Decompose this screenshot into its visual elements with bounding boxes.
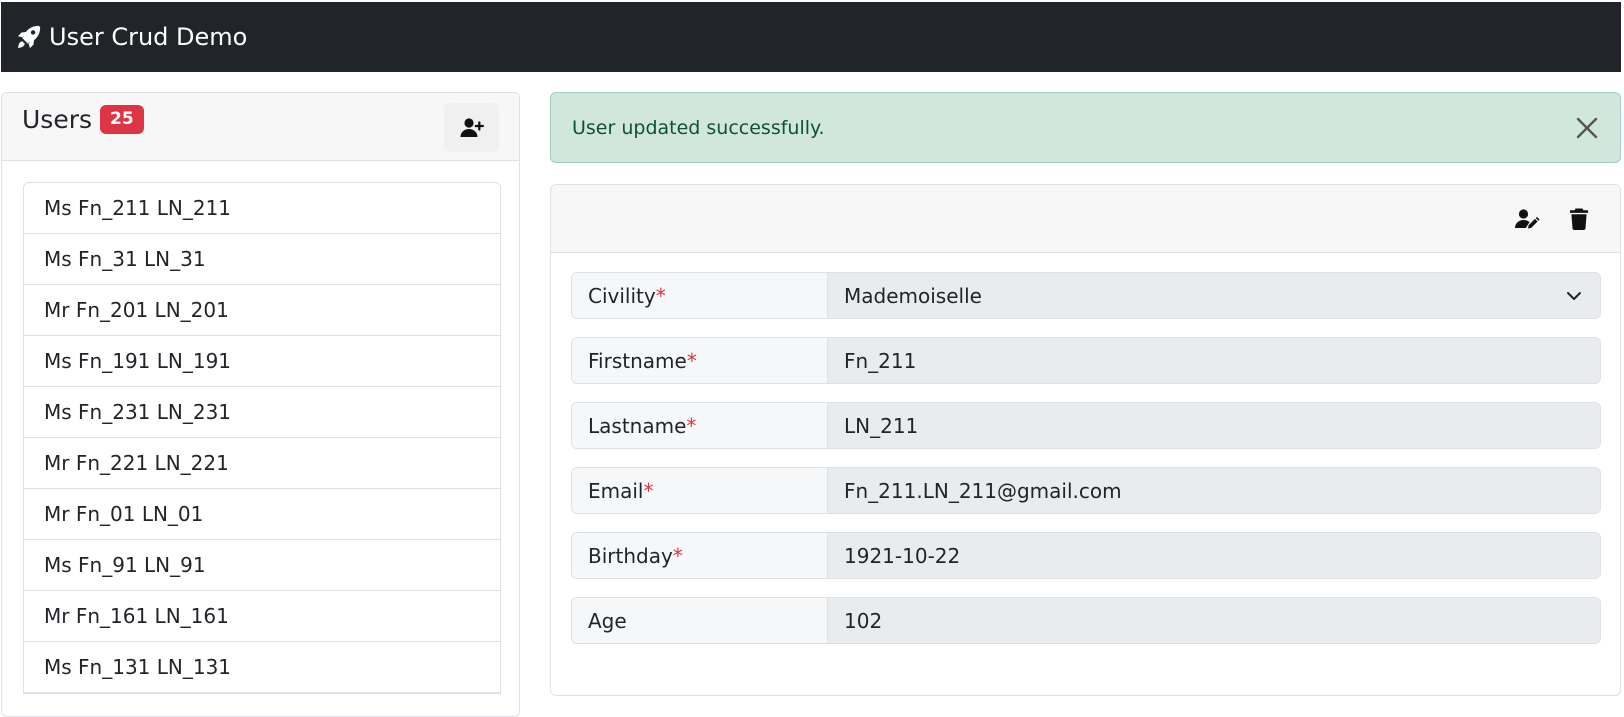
user-list-item[interactable]: Ms Fn_91 LN_91 [24, 540, 500, 591]
user-list-item[interactable]: Mr Fn_01 LN_01 [24, 489, 500, 540]
add-user-icon [459, 115, 485, 141]
lastname-value: LN_211 [844, 413, 919, 438]
app-brand[interactable]: User Crud Demo [15, 23, 247, 51]
lastname-input[interactable]: LN_211 [828, 403, 1600, 448]
user-list-item[interactable]: Ms Fn_231 LN_231 [24, 387, 500, 438]
age-input[interactable]: 102 [828, 598, 1600, 643]
chevron-down-icon [1564, 286, 1584, 306]
required-marker: * [686, 413, 697, 438]
email-field: Email * Fn_211.LN_211@gmail.com [571, 467, 1601, 514]
user-list-item[interactable]: Ms Fn_211 LN_211 [24, 183, 500, 234]
lastname-label: Lastname * [572, 403, 828, 448]
edit-user-button[interactable] [1499, 194, 1554, 243]
age-label: Age [572, 598, 828, 643]
birthday-value: 1921-10-22 [844, 543, 961, 568]
birthday-label: Birthday * [572, 533, 828, 578]
user-list: Ms Fn_211 LN_211 Ms Fn_31 LN_31 Mr Fn_20… [23, 182, 501, 694]
birthday-input[interactable]: 1921-10-22 [828, 533, 1600, 578]
user-detail-card: Civility * Mademoiselle Firstname * Fn_211… [550, 184, 1621, 696]
firstname-value: Fn_211 [844, 348, 917, 373]
app-title: User Crud Demo [49, 23, 248, 51]
user-list-item[interactable]: Ms Fn_31 LN_31 [24, 234, 500, 285]
civility-value: Mademoiselle [844, 283, 982, 308]
lastname-field: Lastname * LN_211 [571, 402, 1601, 449]
firstname-field: Firstname * Fn_211 [571, 337, 1601, 384]
birthday-field: Birthday * 1921-10-22 [571, 532, 1601, 579]
edit-user-icon [1514, 206, 1540, 232]
firstname-label-text: Firstname [588, 348, 687, 373]
users-panel: Users 25 Ms Fn_211 LN_211 Ms Fn_31 LN_31… [1, 92, 520, 717]
birthday-label-text: Birthday [588, 543, 673, 568]
civility-field: Civility * Mademoiselle [571, 272, 1601, 319]
user-list-item[interactable]: Mr Fn_201 LN_201 [24, 285, 500, 336]
civility-select[interactable]: Mademoiselle [828, 273, 1600, 318]
age-value: 102 [844, 608, 883, 633]
alert-message: User updated successfully. [572, 116, 825, 139]
detail-card-header [551, 185, 1620, 253]
user-list-item[interactable]: Mr Fn_161 LN_161 [24, 591, 500, 642]
close-icon[interactable] [1572, 113, 1602, 143]
civility-label-text: Civility [588, 283, 656, 308]
age-label-text: Age [588, 608, 627, 633]
users-heading: Users 25 [22, 105, 144, 134]
firstname-label: Firstname * [572, 338, 828, 383]
age-field: Age 102 [571, 597, 1601, 644]
navbar: User Crud Demo [1, 2, 1621, 72]
required-marker: * [655, 283, 666, 308]
required-marker: * [643, 478, 654, 503]
user-list-item[interactable]: Ms Fn_131 LN_131 [24, 642, 500, 693]
required-marker: * [686, 348, 697, 373]
lastname-label-text: Lastname [588, 413, 687, 438]
email-label-text: Email [588, 478, 644, 503]
user-list-item[interactable]: Ms Fn_191 LN_191 [24, 336, 500, 387]
delete-user-button[interactable] [1551, 194, 1606, 243]
email-input[interactable]: Fn_211.LN_211@gmail.com [828, 468, 1600, 513]
email-value: Fn_211.LN_211@gmail.com [844, 478, 1122, 503]
firstname-input[interactable]: Fn_211 [828, 338, 1600, 383]
trash-icon [1566, 206, 1592, 232]
users-count-badge: 25 [100, 105, 144, 134]
success-alert: User updated successfully. [550, 92, 1621, 163]
rocket-icon [15, 23, 43, 51]
users-panel-header: Users 25 [2, 93, 519, 161]
email-label: Email * [572, 468, 828, 513]
required-marker: * [672, 543, 683, 568]
civility-label: Civility * [572, 273, 828, 318]
add-user-button[interactable] [444, 103, 499, 152]
user-list-item[interactable]: Mr Fn_221 LN_221 [24, 438, 500, 489]
users-title: Users [22, 105, 93, 134]
